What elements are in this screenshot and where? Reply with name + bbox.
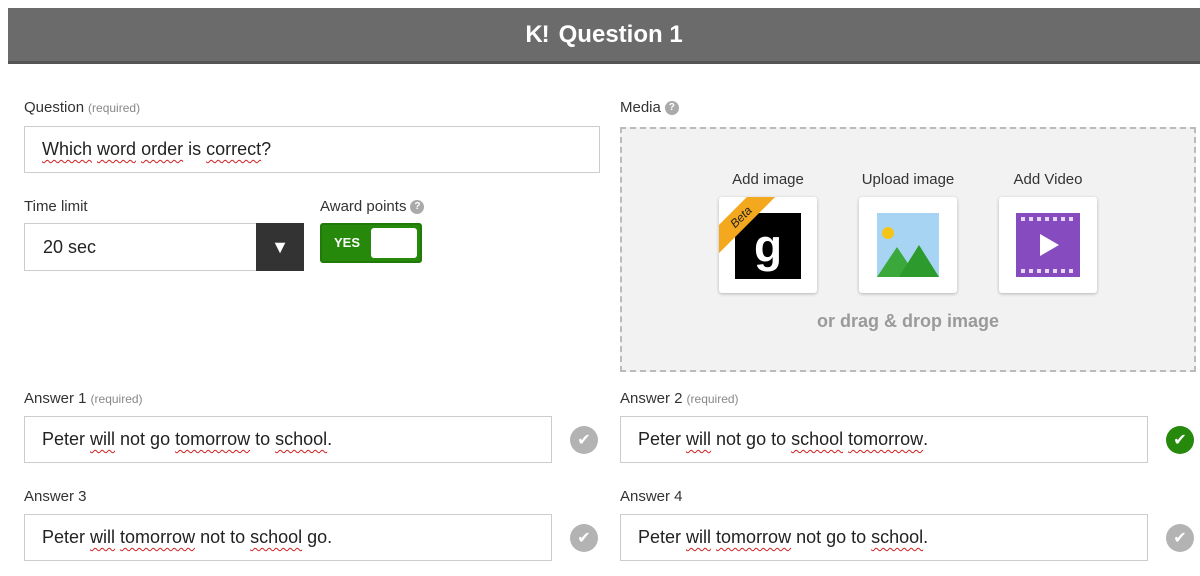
upload-image-option[interactable]: Upload image (848, 171, 968, 293)
add-image-label: Add image (732, 171, 804, 188)
add-image-button[interactable]: g Beta (719, 197, 817, 293)
spellcheck-word: tomorrow (120, 527, 196, 547)
question-header: K! Question 1 (8, 8, 1200, 64)
spellcheck-word: tomorrow (716, 527, 792, 547)
page-title: Question 1 (558, 20, 683, 48)
text-run: not to (195, 527, 251, 547)
text-run: ? (261, 139, 272, 159)
answer-1-label-text: Answer 1 (24, 390, 87, 407)
time-limit-select[interactable]: 20 sec ▼ (24, 223, 304, 271)
text-run: Peter (42, 429, 91, 449)
time-limit-label: Time limit (24, 198, 88, 215)
answer-3-label: Answer 3 (24, 488, 87, 505)
kahoot-logo: K! (525, 20, 549, 48)
award-points-toggle[interactable]: YES (320, 223, 422, 263)
answer-1-input[interactable]: Peter will not go tomorrow to school. (24, 416, 552, 463)
video-icon (1016, 213, 1080, 277)
text-run: not go (115, 429, 176, 449)
spellcheck-word: correct (206, 139, 262, 159)
answer-2-label-text: Answer 2 (620, 390, 683, 407)
upload-image-label: Upload image (861, 171, 955, 188)
drag-drop-hint: or drag & drop image (816, 311, 1000, 331)
text-run: Peter (42, 527, 91, 547)
spellcheck-word: will (90, 429, 116, 449)
spellcheck-word: school (871, 527, 924, 547)
spellcheck-word: word (97, 139, 137, 159)
media-label-text: Media (620, 99, 661, 116)
required-note: (required) (90, 392, 143, 406)
question-label-text: Question (24, 99, 85, 116)
add-video-label: Add Video (1013, 171, 1083, 188)
add-video-button[interactable] (999, 197, 1097, 293)
text-run: go. (302, 527, 333, 547)
chevron-down-icon[interactable]: ▼ (256, 223, 304, 271)
help-icon[interactable]: ? (664, 101, 679, 116)
time-limit-value: 20 sec (43, 236, 97, 257)
answer-3-input[interactable]: Peter will tomorrow not to school go. (24, 514, 552, 561)
spellcheck-word: order (141, 139, 184, 159)
text-run: . (923, 527, 929, 547)
mark-correct-2-icon[interactable]: ✔ (1166, 426, 1194, 454)
required-note: (required) (88, 101, 141, 115)
answer-2-input[interactable]: Peter will not go to school tomorrow. (620, 416, 1148, 463)
add-video-option[interactable]: Add Video (998, 171, 1098, 293)
award-points-label: Award points? (320, 198, 425, 215)
text-run: Peter (638, 429, 687, 449)
media-dropzone[interactable]: Add image g Beta Upload image Add Video (620, 127, 1196, 372)
toggle-label: YES (334, 235, 361, 250)
mark-correct-1-icon[interactable]: ✔ (570, 426, 598, 454)
spellcheck-word: will (686, 527, 712, 547)
spellcheck-word: school (250, 527, 303, 547)
spellcheck-word: school (791, 429, 844, 449)
text-run: to (250, 429, 276, 449)
question-input[interactable]: Which word order is correct? (24, 126, 600, 173)
text-run: is (183, 139, 207, 159)
text-run: not go to (711, 429, 792, 449)
spellcheck-word: school (275, 429, 328, 449)
spellcheck-word: will (90, 527, 116, 547)
answer-2-label: Answer 2 (required) (620, 390, 739, 407)
spellcheck-word: will (686, 429, 712, 449)
spellcheck-word: Which (42, 139, 93, 159)
question-label: Question (required) (24, 99, 140, 116)
required-note: (required) (686, 392, 739, 406)
toggle-knob (371, 228, 417, 258)
answer-1-label: Answer 1 (required) (24, 390, 143, 407)
answer-4-input[interactable]: Peter will tomorrow not go to school. (620, 514, 1148, 561)
text-run: Peter (638, 527, 687, 547)
award-points-label-text: Award points (320, 198, 407, 215)
text-run: . (327, 429, 333, 449)
media-label: Media? (620, 99, 679, 116)
spellcheck-word: tomorrow (848, 429, 924, 449)
mark-correct-3-icon[interactable]: ✔ (570, 524, 598, 552)
add-image-option[interactable]: Add image g Beta (718, 171, 818, 293)
text-run: . (923, 429, 929, 449)
image-upload-icon (877, 213, 939, 277)
answer-4-label: Answer 4 (620, 488, 683, 505)
mark-correct-4-icon[interactable]: ✔ (1166, 524, 1194, 552)
text-run: not go to (791, 527, 872, 547)
upload-image-button[interactable] (859, 197, 957, 293)
spellcheck-word: tomorrow (175, 429, 251, 449)
help-icon[interactable]: ? (410, 200, 425, 215)
